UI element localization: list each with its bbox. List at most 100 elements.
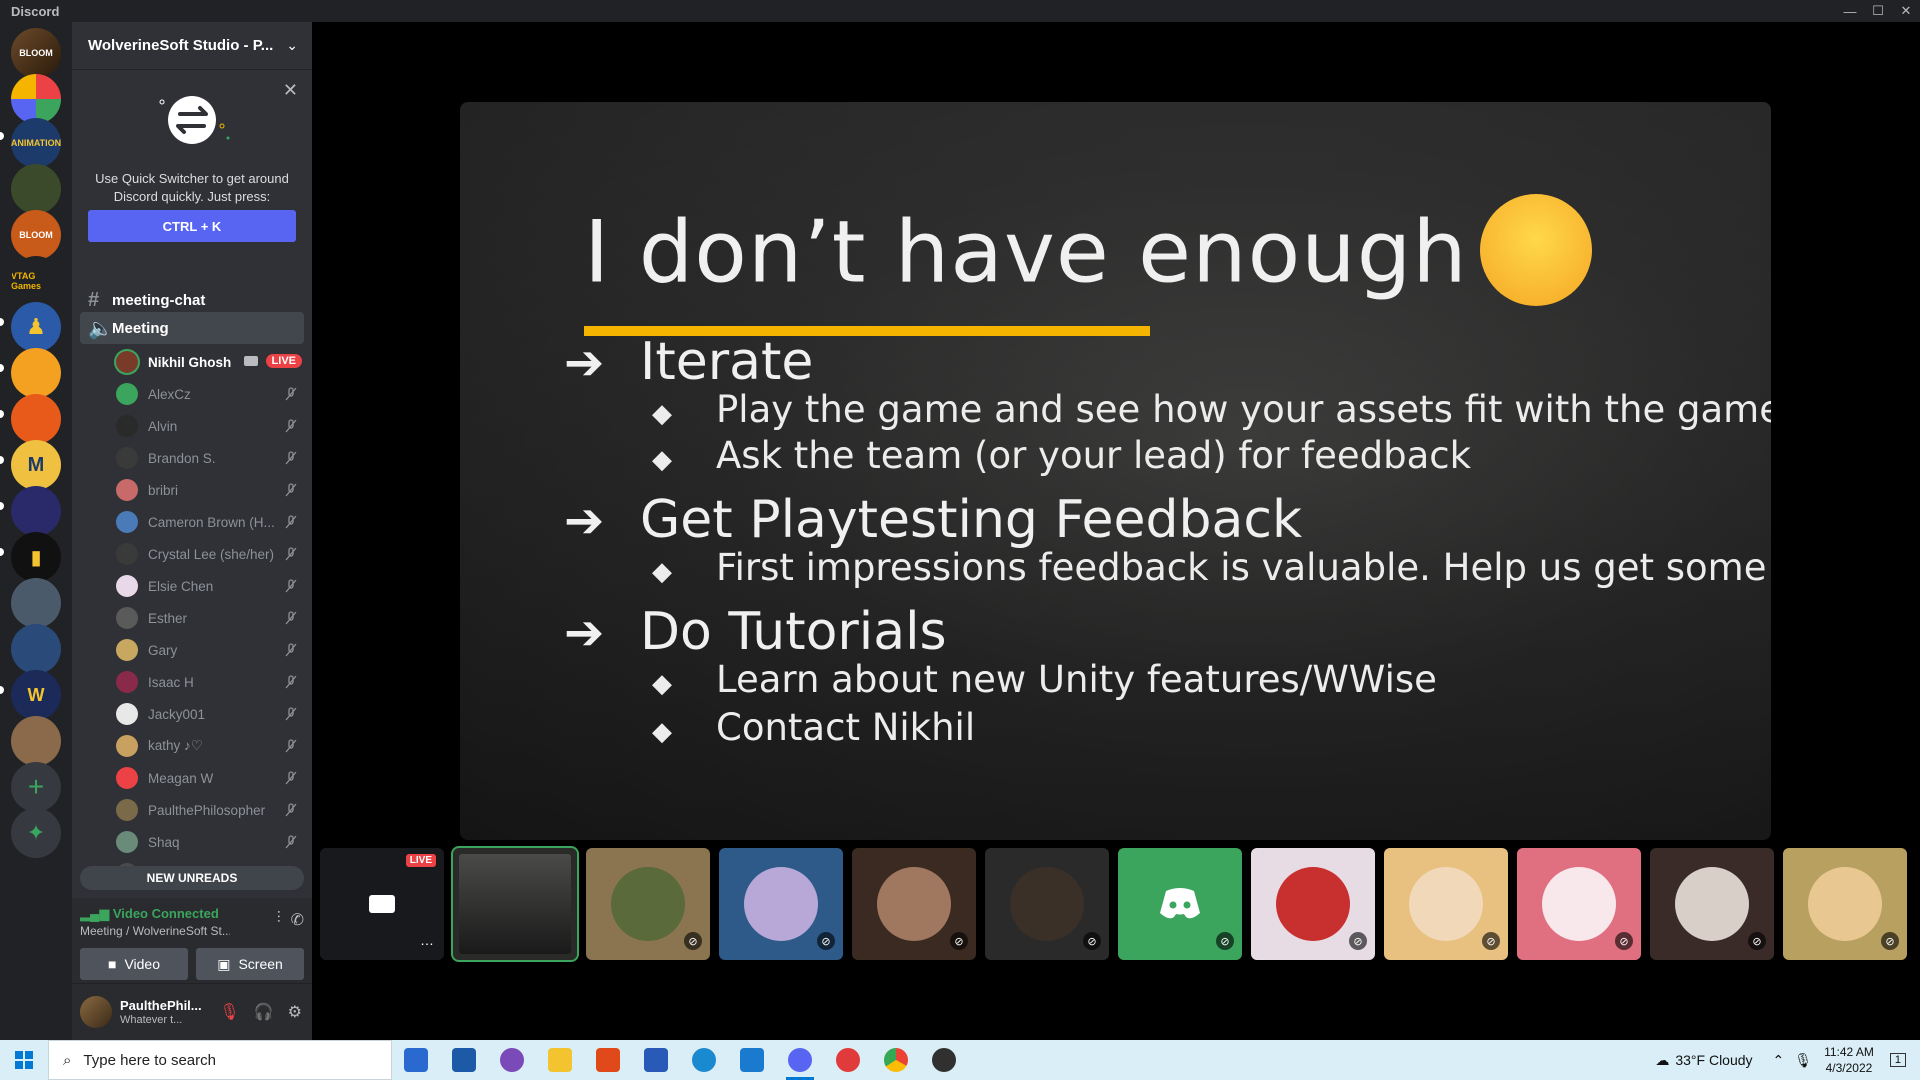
more-options-icon[interactable]: … xyxy=(420,932,434,948)
voice-member[interactable]: AlexCz xyxy=(112,378,304,410)
server-icon-10[interactable]: M xyxy=(11,440,61,490)
windows-start-icon[interactable] xyxy=(0,1040,48,1080)
server-icon-1[interactable]: BLOOM xyxy=(11,28,61,78)
server-icon-13[interactable] xyxy=(11,578,61,628)
video-button[interactable]: ■ Video xyxy=(80,948,188,980)
noise-suppression-icon[interactable]: ⫶ xyxy=(277,910,281,930)
taskbar-explorer-icon[interactable] xyxy=(536,1040,584,1080)
participant-tile[interactable]: ⊘ xyxy=(1118,848,1242,960)
gear-icon[interactable]: ⚙ xyxy=(288,1002,302,1022)
server-icon-12[interactable]: ▮ xyxy=(11,532,61,582)
minimize-icon[interactable]: — xyxy=(1836,0,1864,22)
microphone-icon[interactable]: 🎙 xyxy=(1794,1052,1812,1069)
voice-member[interactable]: Shaq xyxy=(112,826,304,858)
voice-member[interactable]: Nikhil Ghosh LIVE xyxy=(112,346,304,378)
server-icon-4[interactable] xyxy=(11,164,61,214)
voice-member[interactable]: Elsie Chen xyxy=(112,570,304,602)
voice-member[interactable]: Isaac H xyxy=(112,666,304,698)
participant-tile[interactable]: ⊘ xyxy=(1251,848,1375,960)
server-icon-5[interactable]: BLOOM xyxy=(11,210,61,260)
server-icon-15[interactable]: W xyxy=(11,670,61,720)
participant-tile[interactable]: ⊘ xyxy=(1517,848,1641,960)
member-name: Elsie Chen xyxy=(148,578,214,594)
voice-member[interactable]: Cameron Brown (H... xyxy=(112,506,304,538)
avatar xyxy=(877,867,951,941)
add-server-icon[interactable]: + xyxy=(11,762,61,812)
member-name: Gary xyxy=(148,642,178,658)
disconnect-icon[interactable]: ✆ xyxy=(291,910,304,930)
taskbar-mail-icon[interactable] xyxy=(440,1040,488,1080)
taskbar-word-icon[interactable] xyxy=(632,1040,680,1080)
chevron-up-icon[interactable]: ⌃ xyxy=(1773,1052,1785,1069)
muted-mic-icon xyxy=(284,771,298,785)
taskbar-chrome-icon[interactable] xyxy=(872,1040,920,1080)
muted-mic-icon: ⊘ xyxy=(1216,932,1234,950)
taskbar-vscode-icon[interactable] xyxy=(728,1040,776,1080)
mute-icon[interactable]: 🎙 xyxy=(219,1002,239,1022)
voice-member[interactable]: bribri xyxy=(112,474,304,506)
voice-member[interactable]: Alvin xyxy=(112,410,304,442)
clock[interactable]: 11:42 AM 4/3/2022 xyxy=(1824,1044,1874,1076)
member-name: Jacky001 xyxy=(148,706,206,722)
taskbar-search-input[interactable]: ⌕ Type here to search xyxy=(48,1040,392,1080)
unread-indicator xyxy=(0,410,4,418)
voice-member[interactable]: PaulthePhilosopher xyxy=(112,794,304,826)
participant-tile[interactable]: ⊘ xyxy=(586,848,710,960)
diamond-icon: ◆ xyxy=(652,717,672,747)
voice-member[interactable]: Jacky001 xyxy=(112,698,304,730)
taskbar-office-icon[interactable] xyxy=(584,1040,632,1080)
close-icon[interactable]: ✕ xyxy=(283,80,298,101)
voice-member[interactable]: Meagan W xyxy=(112,762,304,794)
participant-tile[interactable]: ⊘ xyxy=(719,848,843,960)
avatar xyxy=(116,607,138,629)
voice-channel-meeting[interactable]: 🔈 Meeting xyxy=(80,312,304,344)
avatar[interactable] xyxy=(80,996,112,1028)
taskbar-edge-icon[interactable] xyxy=(680,1040,728,1080)
voice-member[interactable]: Brandon S. xyxy=(112,442,304,474)
voice-member[interactable]: Esther xyxy=(112,602,304,634)
member-name: bribri xyxy=(148,482,179,498)
bullet-text: Ask the team (or your lead) for feedback xyxy=(716,434,1472,477)
diamond-icon: ◆ xyxy=(652,399,672,429)
muted-mic-icon xyxy=(284,611,298,625)
server-header[interactable]: WolverineSoft Studio - P... ⌄ xyxy=(72,22,312,70)
new-unreads-button[interactable]: NEW UNREADS xyxy=(80,866,304,890)
headphones-icon[interactable]: 🎧 xyxy=(254,1002,274,1022)
weather-text[interactable]: 33°F Cloudy xyxy=(1675,1052,1752,1068)
quick-switcher-shortcut-button[interactable]: CTRL + K xyxy=(88,210,296,242)
server-icon-2[interactable] xyxy=(11,74,61,124)
avatar xyxy=(1010,867,1084,941)
participant-tile[interactable]: LIVE… xyxy=(320,848,444,960)
server-icon-6[interactable]: VTAG Games xyxy=(11,256,61,306)
maximize-icon[interactable]: ☐ xyxy=(1864,0,1892,22)
participant-tile[interactable]: ⊘ xyxy=(852,848,976,960)
voice-member[interactable]: Gary xyxy=(112,634,304,666)
avatar xyxy=(1675,867,1749,941)
screen-share-button[interactable]: ▣ Screen xyxy=(196,948,304,980)
participant-tile[interactable]: ⊘ xyxy=(985,848,1109,960)
participant-tile[interactable]: ⊘ xyxy=(1783,848,1907,960)
explore-servers-icon[interactable]: ✦ xyxy=(11,808,61,858)
server-icon-14[interactable] xyxy=(11,624,61,674)
notification-icon[interactable]: 1 xyxy=(1889,1053,1906,1067)
participant-tile[interactable]: ⊘ xyxy=(1384,848,1508,960)
server-icon-7[interactable]: ♟ xyxy=(11,302,61,352)
close-window-icon[interactable]: ✕ xyxy=(1892,0,1920,22)
taskbar-obs-icon[interactable] xyxy=(920,1040,968,1080)
server-icon-16[interactable] xyxy=(11,716,61,766)
screen-share-slide[interactable]: I don’t have enough ➔ Iterate ◆ Play the ga… xyxy=(460,102,1771,840)
server-icon-11[interactable] xyxy=(11,486,61,536)
participant-tile[interactable]: ⊘ xyxy=(1650,848,1774,960)
server-icon-8[interactable] xyxy=(11,348,61,398)
taskbar-app-icon[interactable] xyxy=(824,1040,872,1080)
server-icon-3[interactable]: ANIMATION xyxy=(11,118,61,168)
taskbar-discord-icon[interactable] xyxy=(776,1040,824,1080)
user-panel: PaulthePhil... Whatever t... 🎙 🎧 ⚙ xyxy=(72,984,312,1040)
participant-tile[interactable] xyxy=(451,846,579,962)
taskbar-store-icon[interactable] xyxy=(392,1040,440,1080)
voice-member[interactable]: Crystal Lee (she/her) xyxy=(112,538,304,570)
taskbar-github-icon[interactable] xyxy=(488,1040,536,1080)
server-icon-9[interactable] xyxy=(11,394,61,444)
voice-member[interactable]: kathy ♪♡ xyxy=(112,730,304,762)
member-name: Brandon S. xyxy=(148,450,216,466)
